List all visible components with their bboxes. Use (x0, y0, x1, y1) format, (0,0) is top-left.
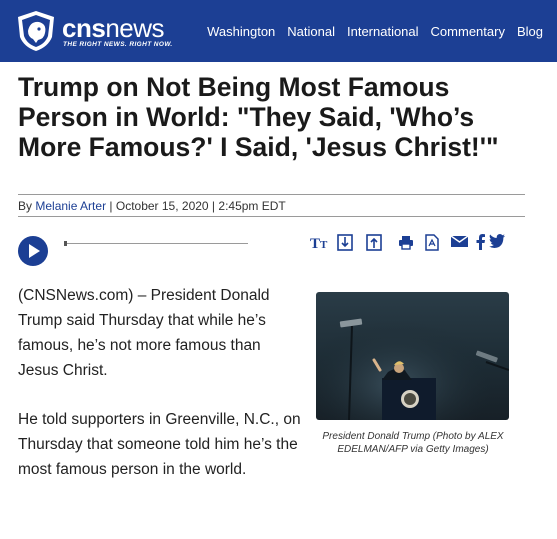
main-nav: Washington National International Commen… (195, 0, 543, 62)
article-paragraph: He told supporters in Greenville, N.C., … (18, 411, 301, 478)
site-logo[interactable]: cnsnews THE RIGHT NEWS. RIGHT NOW. (14, 9, 182, 53)
nav-item-washington[interactable]: Washington (207, 24, 275, 39)
nav-item-national[interactable]: National (287, 24, 335, 39)
text-size-icon[interactable]: TT (310, 234, 328, 255)
byline: By Melanie Arter | October 15, 2020 | 2:… (18, 199, 286, 213)
nav-item-commentary[interactable]: Commentary (431, 24, 505, 39)
download-icon[interactable] (337, 234, 353, 256)
site-header: cnsnews THE RIGHT NEWS. RIGHT NOW. Washi… (0, 0, 557, 62)
audio-play-button[interactable] (18, 236, 48, 266)
email-icon[interactable] (450, 234, 469, 253)
publish-time: 2:45pm EDT (218, 199, 286, 213)
print-icon[interactable] (398, 234, 414, 255)
svg-text:T: T (320, 239, 328, 250)
svg-text:T: T (310, 236, 320, 250)
twitter-icon[interactable] (489, 234, 505, 253)
facebook-icon[interactable] (476, 234, 485, 255)
byline-prefix: By (18, 199, 33, 213)
article-title: Trump on Not Being Most Famous Person in… (18, 72, 499, 162)
logo-wordmark: cnsnews (62, 13, 165, 43)
article-body: (CNSNews.com) – President Donald Trump s… (18, 283, 303, 506)
nav-item-blog[interactable]: Blog (517, 24, 543, 39)
play-icon (29, 244, 40, 258)
rally-photo-image (316, 292, 509, 420)
byline-separator: | (208, 199, 219, 213)
byline-bottom-divider (18, 216, 525, 217)
byline-separator: | (106, 199, 116, 213)
pdf-icon[interactable] (425, 234, 439, 256)
audio-seek-bar[interactable] (64, 241, 248, 246)
seek-knob[interactable] (64, 241, 67, 246)
photo-caption: President Donald Trump (Photo by ALEX ED… (322, 431, 504, 455)
nav-item-international[interactable]: International (347, 24, 419, 39)
cns-badge-icon (18, 11, 54, 51)
upload-icon[interactable] (366, 234, 382, 256)
author-link[interactable]: Melanie Arter (35, 199, 106, 213)
publish-date: October 15, 2020 (115, 199, 209, 213)
logo-tagline: THE RIGHT NEWS. RIGHT NOW. (63, 41, 173, 48)
article-paragraph: (CNSNews.com) – President Donald Trump s… (18, 287, 270, 379)
article-photo[interactable] (316, 292, 509, 420)
byline-top-divider (18, 194, 525, 195)
